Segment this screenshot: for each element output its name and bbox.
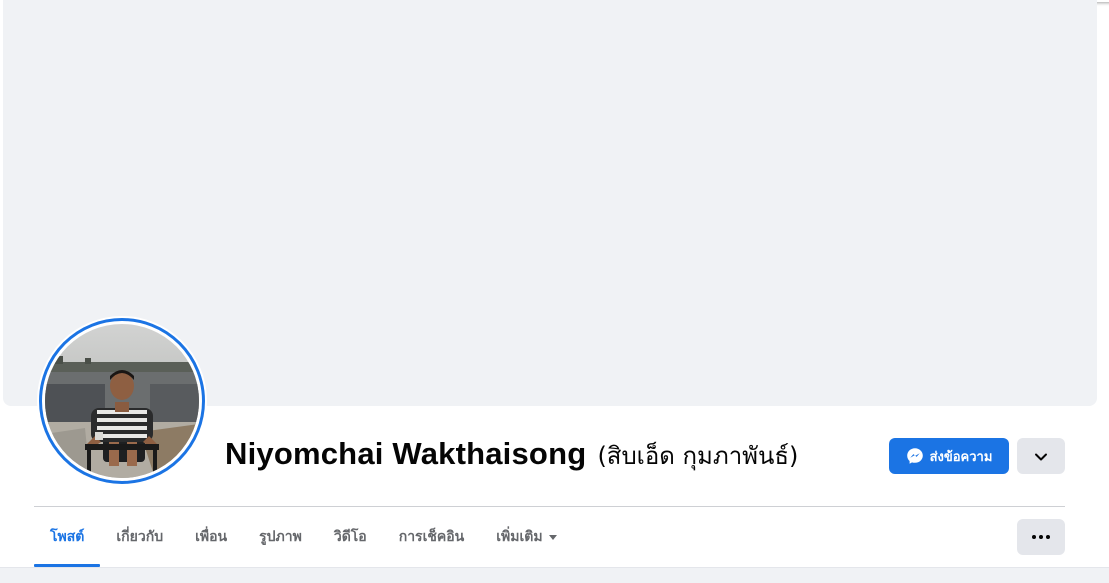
- tab-check-ins[interactable]: การเช็คอิน: [383, 507, 481, 567]
- profile-options-button[interactable]: [1017, 438, 1065, 474]
- tab-label: การเช็คอิน: [398, 529, 465, 545]
- tab-about[interactable]: เกี่ยวกับ: [100, 507, 179, 567]
- caret-down-icon: [548, 534, 557, 540]
- tab-label: โพสต์: [50, 529, 85, 545]
- tab-label: เกี่ยวกับ: [116, 529, 164, 545]
- profile-name-main: Niyomchai Wakthaisong: [225, 436, 587, 471]
- feed-background: [0, 567, 1109, 583]
- tab-videos[interactable]: วิดีโอ: [318, 507, 383, 567]
- avatar-photo: [45, 324, 199, 478]
- profile-picture[interactable]: [37, 316, 207, 486]
- tab-friends[interactable]: เพื่อน: [179, 507, 243, 567]
- profile-name: Niyomchai Wakthaisong (สิบเอ็ด กุมภาพันธ…: [225, 436, 798, 475]
- chevron-down-icon: [1034, 447, 1048, 466]
- tab-label: รูปภาพ: [259, 529, 302, 545]
- send-message-label: ส่งข้อความ: [929, 448, 993, 464]
- send-message-button[interactable]: ส่งข้อความ: [889, 438, 1009, 474]
- profile-page: Niyomchai Wakthaisong (สิบเอ็ด กุมภาพันธ…: [0, 0, 1109, 583]
- profile-name-alternate: (สิบเอ็ด กุมภาพันธ์): [597, 442, 799, 470]
- avatar[interactable]: [45, 324, 199, 478]
- tab-label: วิดีโอ: [333, 529, 367, 545]
- story-ring: [39, 318, 205, 484]
- tab-label: เพื่อน: [195, 529, 228, 545]
- messenger-icon: [906, 447, 924, 465]
- tab-photos[interactable]: รูปภาพ: [243, 507, 318, 567]
- more-options-button[interactable]: [1017, 519, 1065, 555]
- more-horizontal-icon: [1031, 535, 1052, 539]
- tab-posts[interactable]: โพสต์: [34, 507, 101, 567]
- tab-more[interactable]: เพิ่มเติม: [480, 507, 572, 567]
- profile-tabs: โพสต์ เกี่ยวกับ เพื่อน รูปภาพ วิดีโอ การ…: [34, 507, 573, 567]
- tab-label: เพิ่มเติม: [496, 529, 543, 545]
